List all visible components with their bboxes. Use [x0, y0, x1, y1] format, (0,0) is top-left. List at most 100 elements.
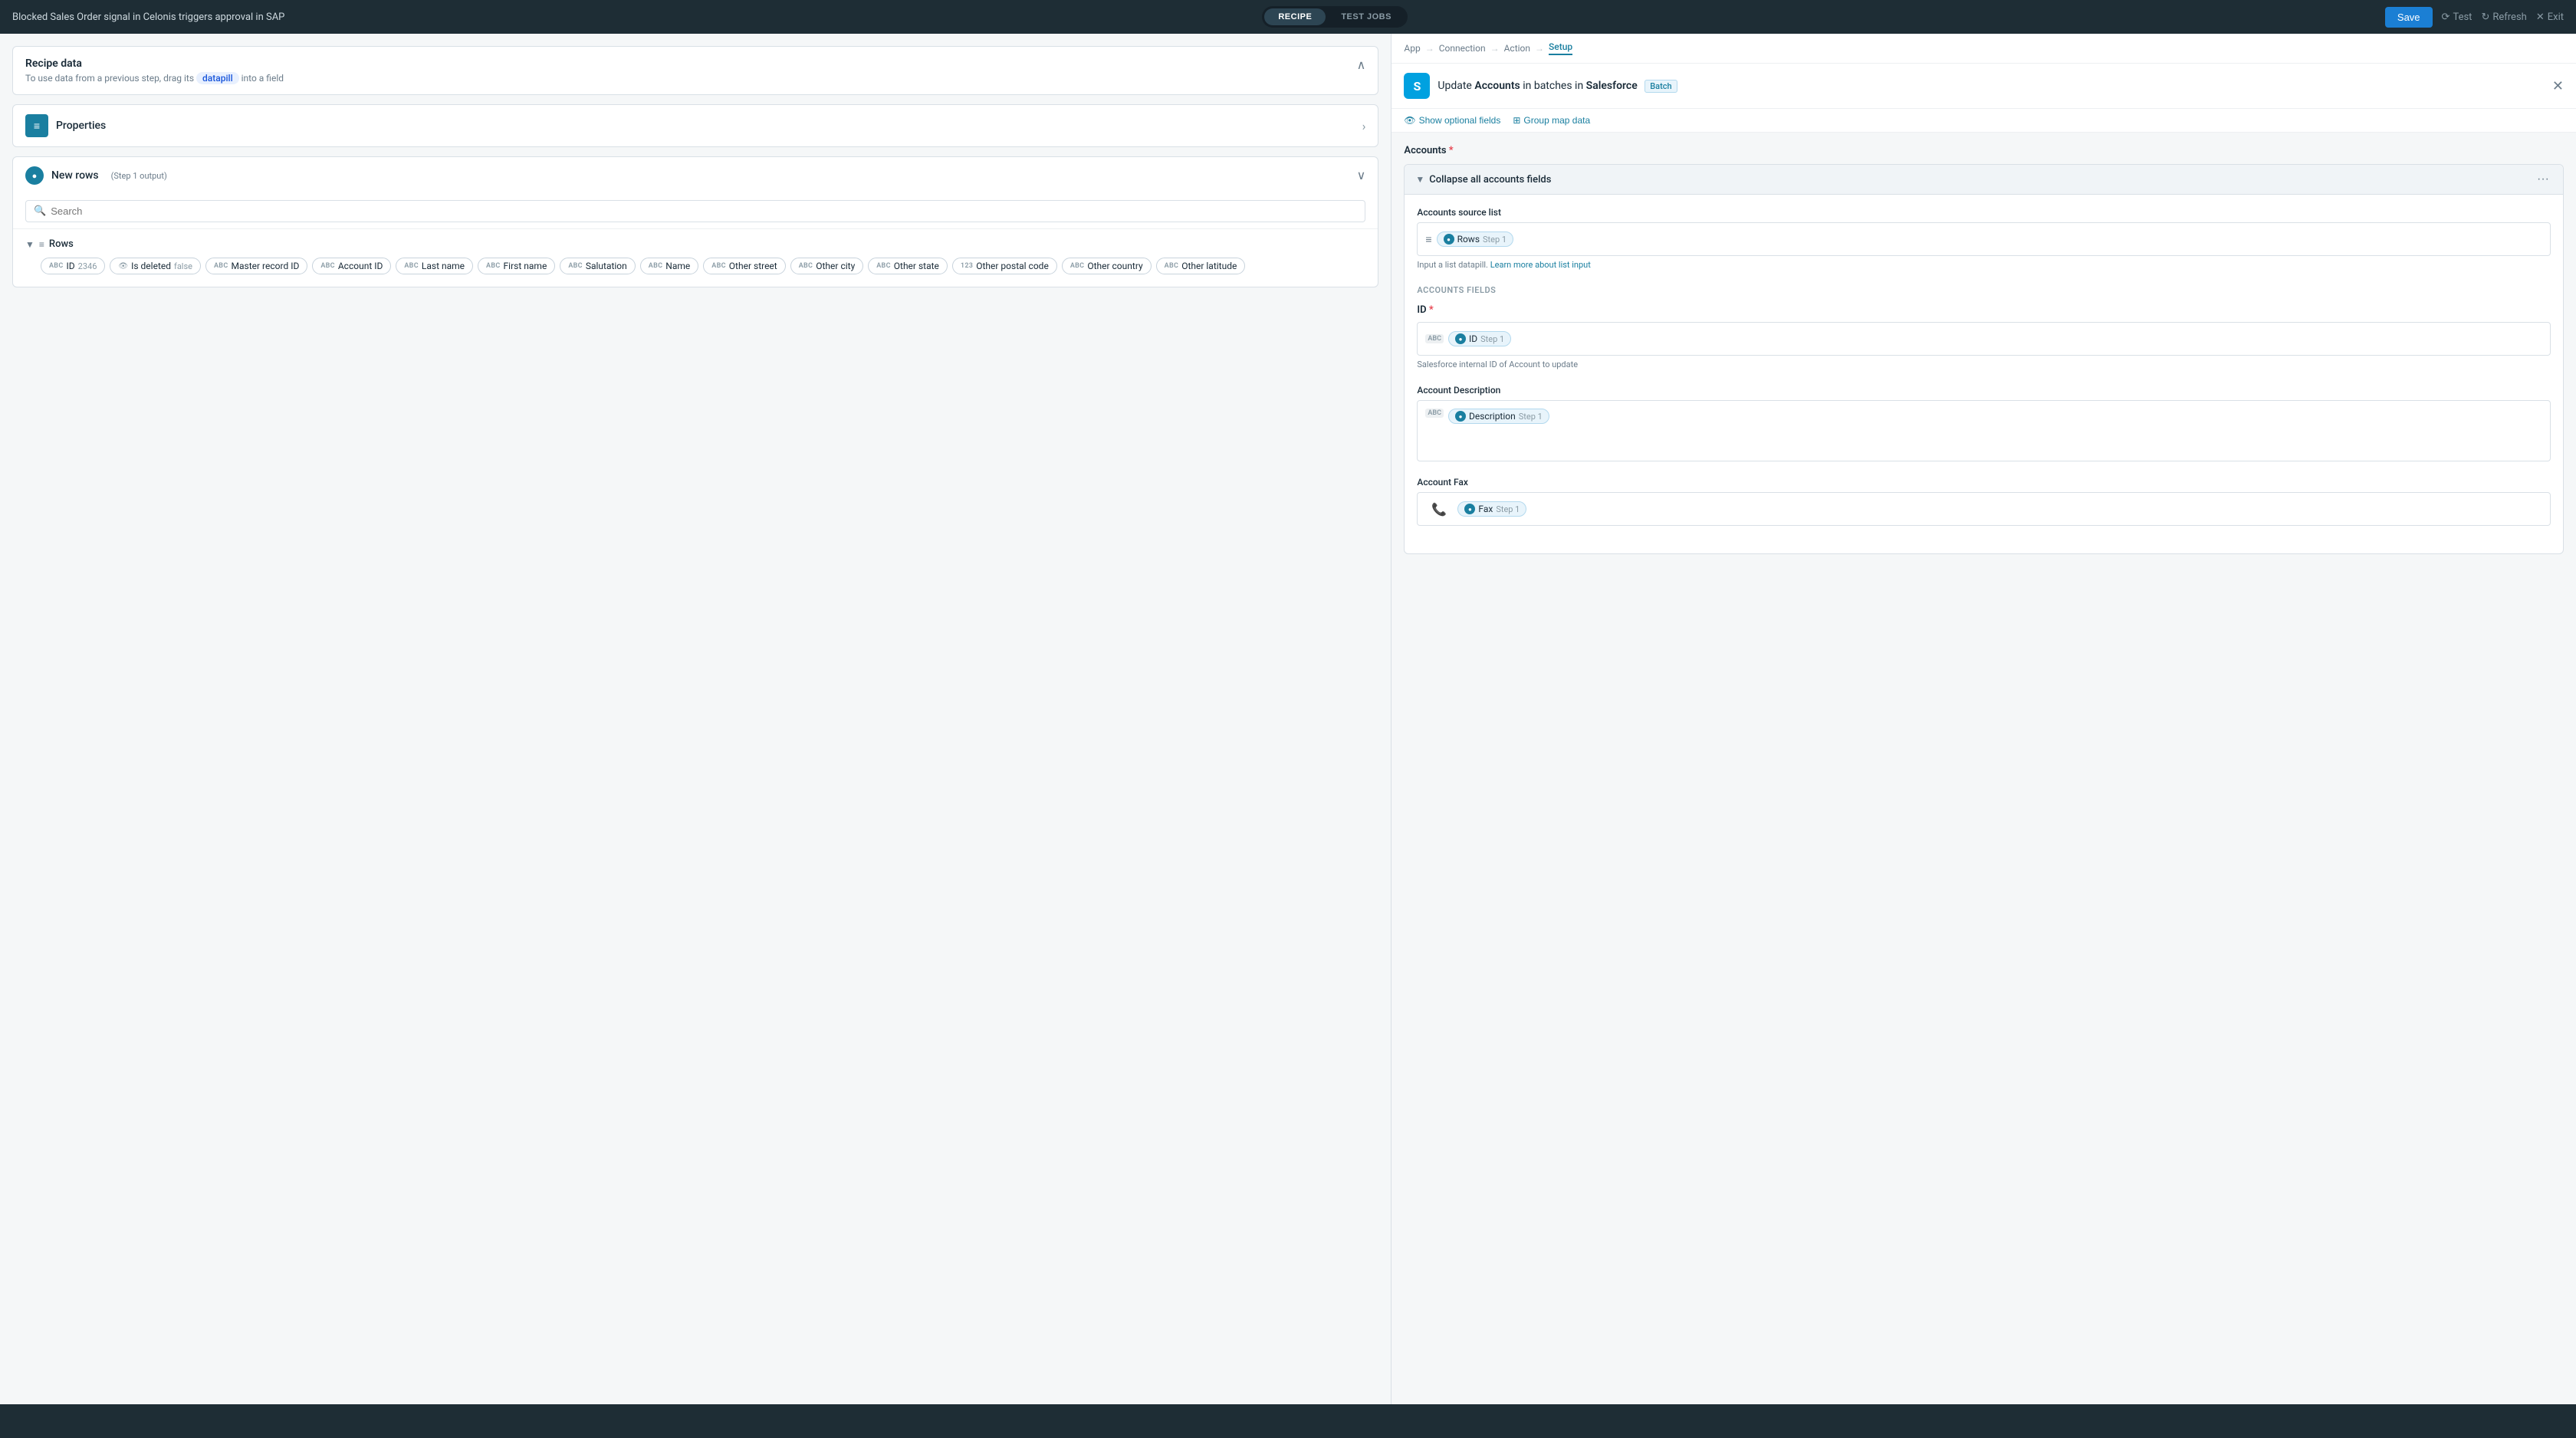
id-pill-step: Step 1: [1480, 334, 1504, 344]
tab-test-jobs[interactable]: TEST JOBS: [1327, 8, 1405, 25]
batch-badge: Batch: [1644, 80, 1677, 93]
test-icon: ⟳: [2442, 11, 2450, 23]
nav-connection[interactable]: Connection: [1439, 43, 1486, 54]
action-header: S Update Accounts in batches in Salesfor…: [1392, 64, 2576, 109]
action-verb: Update: [1438, 80, 1471, 92]
nav-app[interactable]: App: [1404, 43, 1420, 54]
datapill-master-record-id[interactable]: ABC Master record ID: [205, 258, 307, 274]
datapill-other-latitude[interactable]: ABC Other latitude: [1156, 258, 1246, 274]
salesforce-icon: S: [1404, 73, 1430, 99]
new-rows-label: New rows: [51, 169, 99, 182]
desc-abc-badge: ABC: [1425, 409, 1444, 418]
chevron-right-icon: ›: [1362, 119, 1366, 133]
setup-content: Accounts * ▼ Collapse all accounts field…: [1392, 133, 2576, 579]
properties-card: ≡ Properties ›: [12, 104, 1378, 147]
test-link[interactable]: ⟳ Test: [2442, 11, 2472, 23]
data-tree: ▼ ≡ Rows ABC ID 2346 👁 Is deleted: [13, 229, 1378, 287]
properties-icon: ≡: [25, 114, 48, 137]
desc-pill-circle: ●: [1455, 411, 1466, 422]
action-close-button[interactable]: ✕: [2552, 78, 2564, 94]
properties-header[interactable]: ≡ Properties ›: [13, 105, 1378, 146]
desc-pill-label: Description: [1469, 411, 1516, 422]
datapill-other-city[interactable]: ABC Other city: [790, 258, 864, 274]
recipe-data-collapse-button[interactable]: ∧: [1357, 57, 1366, 73]
datapill-salutation[interactable]: ABC Salutation: [560, 258, 635, 274]
datapills-grid: ABC ID 2346 👁 Is deleted false ABC Maste…: [25, 258, 1365, 274]
action-object: Accounts: [1474, 80, 1520, 92]
step-icon: ●: [25, 166, 44, 185]
accounts-section-label: Accounts *: [1404, 145, 2564, 156]
fax-pill-step: Step 1: [1496, 504, 1520, 514]
accounts-group-body: Accounts source list ≡ ● Rows Step 1 Inp…: [1405, 195, 2563, 553]
new-rows-card: ● New rows (Step 1 output) ∨ 🔍 ▼ ≡: [12, 156, 1378, 287]
new-rows-collapse-button[interactable]: ∨: [1357, 168, 1366, 183]
accounts-group-label: Collapse all accounts fields: [1429, 174, 1551, 185]
step-nav: App → Connection → Action → Setup: [1392, 34, 2576, 64]
recipe-data-desc: To use data from a previous step, drag i…: [25, 73, 284, 84]
fax-pill-circle: ●: [1464, 504, 1475, 514]
desc-pill-step: Step 1: [1519, 412, 1543, 422]
datapill-other-street[interactable]: ABC Other street: [703, 258, 785, 274]
eye-icon: 👁: [1404, 115, 1415, 126]
refresh-icon: ↻: [2481, 11, 2489, 23]
abc-type-badge: ABC: [1425, 334, 1444, 343]
datapill-is-deleted[interactable]: 👁 Is deleted false: [110, 258, 201, 274]
nav-arrow-2: →: [1490, 43, 1500, 54]
group-map-data-button[interactable]: ⊞ Group map data: [1513, 115, 1590, 126]
id-help-text: Salesforce internal ID of Account to upd…: [1417, 360, 2551, 369]
phone-icon: 📞: [1425, 502, 1453, 517]
datapill-last-name[interactable]: ABC Last name: [396, 258, 473, 274]
desc-input-area[interactable]: ABC ● Description Step 1: [1417, 400, 2551, 461]
accounts-group-header: ▼ Collapse all accounts fields ···: [1405, 165, 2563, 195]
fax-input-area[interactable]: 📞 ● Fax Step 1: [1417, 492, 2551, 526]
exit-link[interactable]: ✕ Exit: [2536, 11, 2564, 23]
properties-label: Properties: [56, 120, 106, 132]
datapill-first-name[interactable]: ABC First name: [478, 258, 555, 274]
new-rows-left: ● New rows (Step 1 output): [25, 166, 167, 185]
datapill-account-id[interactable]: ABC Account ID: [312, 258, 391, 274]
fax-pill-label: Fax: [1478, 504, 1493, 514]
recipe-data-title: Recipe data: [25, 57, 284, 70]
tab-recipe[interactable]: RECIPE: [1264, 8, 1326, 25]
desc-field-label: Account Description: [1417, 385, 2551, 396]
main-layout: Recipe data To use data from a previous …: [0, 34, 2576, 1404]
tree-collapse-icon[interactable]: ▼: [25, 239, 34, 250]
action-title: Update Accounts in batches in Salesforce…: [1438, 80, 2545, 92]
source-list-help-text: Input a list datapill. Learn more about …: [1417, 260, 2551, 270]
datapill-other-country[interactable]: ABC Other country: [1062, 258, 1152, 274]
datapill-other-state[interactable]: ABC Other state: [868, 258, 948, 274]
datapill-id[interactable]: ABC ID 2346: [41, 258, 105, 274]
desc-field-group: Account Description ABC ● Description St…: [1417, 385, 2551, 461]
refresh-link[interactable]: ↻ Refresh: [2481, 11, 2526, 23]
required-star: *: [1449, 145, 1454, 156]
datapill-other-postal-code[interactable]: 123 Other postal code: [952, 258, 1057, 274]
show-optional-fields-button[interactable]: 👁 Show optional fields: [1404, 115, 1500, 126]
learn-more-link[interactable]: Learn more about list input: [1490, 260, 1591, 270]
recipe-data-card: Recipe data To use data from a previous …: [12, 46, 1378, 95]
nav-setup[interactable]: Setup: [1549, 41, 1572, 55]
id-field-group: ID * ABC ● ID Step 1 Salesforce internal…: [1417, 304, 2551, 369]
accounts-group-left: ▼ Collapse all accounts fields: [1415, 174, 1551, 185]
properties-left: ≡ Properties: [25, 114, 106, 137]
nav-arrow-1: →: [1425, 43, 1434, 54]
new-rows-header: ● New rows (Step 1 output) ∨: [13, 157, 1378, 194]
action-app: Salesforce: [1586, 80, 1638, 92]
header-actions: Save ⟳ Test ↻ Refresh ✕ Exit: [2385, 7, 2564, 28]
save-button[interactable]: Save: [2385, 7, 2433, 28]
left-panel: Recipe data To use data from a previous …: [0, 34, 1391, 1404]
search-input[interactable]: [51, 205, 1357, 217]
source-list-input-area[interactable]: ≡ ● Rows Step 1: [1417, 222, 2551, 256]
datapill-name[interactable]: ABC Name: [640, 258, 699, 274]
desc-pill: ● Description Step 1: [1448, 409, 1549, 424]
recipe-data-header: Recipe data To use data from a previous …: [13, 47, 1378, 94]
right-panel: App → Connection → Action → Setup S Upda…: [1391, 34, 2576, 1404]
id-input-area[interactable]: ABC ● ID Step 1: [1417, 322, 2551, 356]
source-list-field-group: Accounts source list ≡ ● Rows Step 1 Inp…: [1417, 207, 2551, 270]
accounts-fields-divider: Accounts fields: [1417, 285, 2551, 295]
accounts-group: ▼ Collapse all accounts fields ··· Accou…: [1404, 164, 2564, 554]
search-container: 🔍: [13, 194, 1378, 229]
more-options-button[interactable]: ···: [2534, 172, 2552, 186]
fax-field-group: Account Fax 📞 ● Fax Step 1: [1417, 477, 2551, 526]
nav-action[interactable]: Action: [1504, 43, 1530, 54]
datapill-inline-label: datapill: [196, 72, 239, 84]
